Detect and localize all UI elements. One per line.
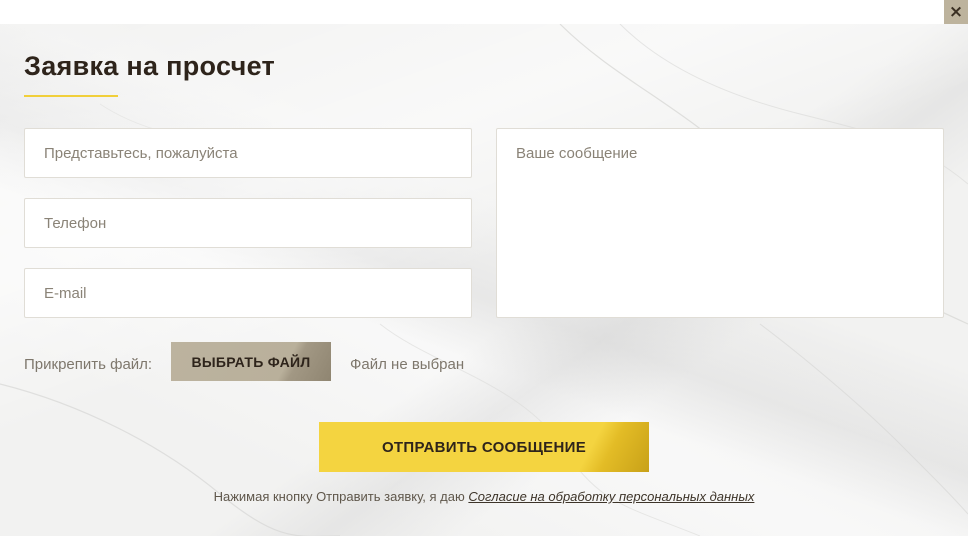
message-placeholder: Ваше сообщение <box>516 145 638 162</box>
name-input[interactable]: Представьтесь, пожалуйста <box>24 128 472 178</box>
top-bar <box>0 0 968 24</box>
phone-input[interactable]: Телефон <box>24 198 472 248</box>
email-input[interactable]: E-mail <box>24 268 472 318</box>
close-icon[interactable]: × <box>944 0 968 24</box>
message-textarea[interactable]: Ваше сообщение <box>496 128 944 318</box>
title-underline <box>24 95 118 97</box>
attach-file-label: Прикрепить файл: <box>24 356 153 373</box>
consent-notice: Нажимая кнопку Отправить заявку, я даю С… <box>0 489 968 504</box>
submit-button[interactable]: ОТПРАВИТЬ СООБЩЕНИЕ <box>319 422 649 472</box>
file-status: Файл не выбран <box>350 356 465 373</box>
phone-placeholder: Телефон <box>44 215 107 232</box>
choose-file-button[interactable]: ВЫБРАТЬ ФАЙЛ <box>171 342 331 381</box>
consent-text: Нажимая кнопку Отправить заявку, я даю <box>213 489 465 504</box>
consent-link[interactable]: Согласие на обработку персональных данны… <box>468 489 754 504</box>
form-title: Заявка на просчет <box>24 51 276 81</box>
email-placeholder: E-mail <box>44 285 87 302</box>
name-placeholder: Представьтесь, пожалуйста <box>44 145 238 162</box>
request-form-modal: Заявка на просчет Представьтесь, пожалуй… <box>0 24 968 536</box>
